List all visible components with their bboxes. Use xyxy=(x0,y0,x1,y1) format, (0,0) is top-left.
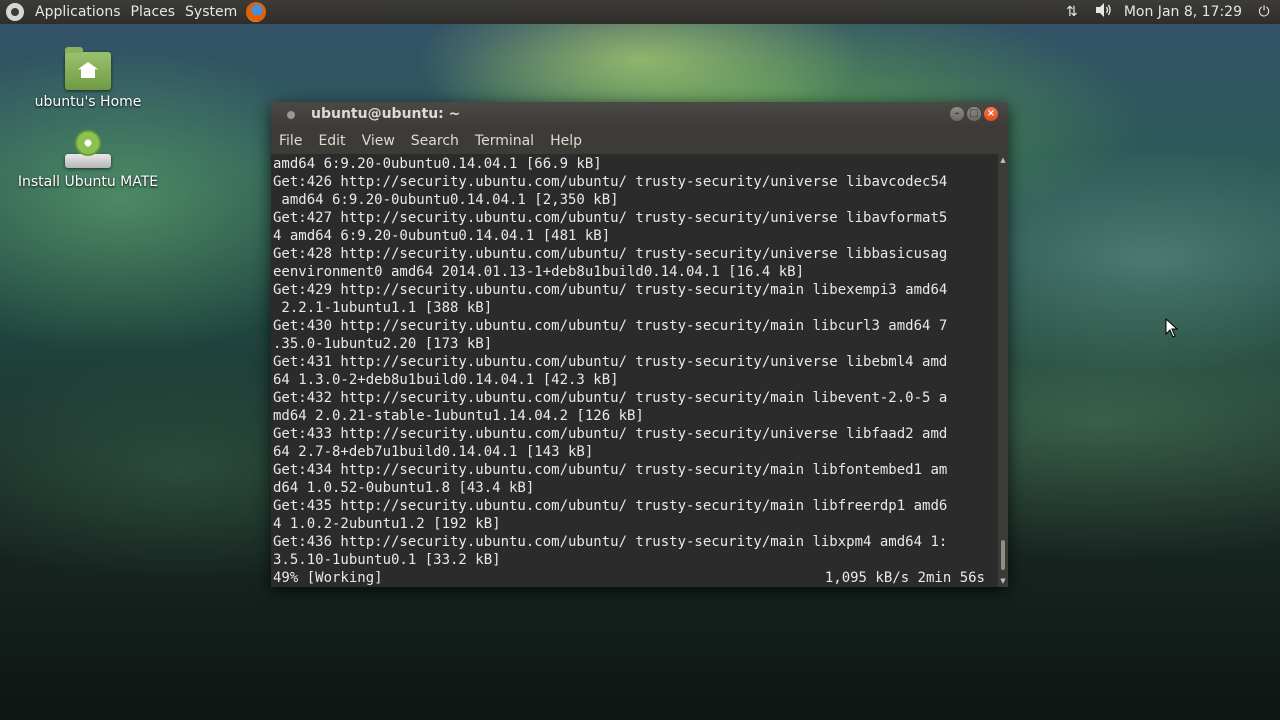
apt-progress-text: 49% [Working] xyxy=(273,570,383,586)
install-disc-icon xyxy=(65,128,111,168)
disc-drive-shape xyxy=(65,154,111,168)
scroll-down-icon[interactable]: ▼ xyxy=(998,577,1008,585)
terminal-menubar: File Edit View Search Terminal Help xyxy=(271,128,1008,154)
window-controls: – □ × xyxy=(947,107,998,121)
terminal-window: ubuntu@ubuntu: ~ – □ × File Edit View Se… xyxy=(271,102,1008,587)
menu-view[interactable]: View xyxy=(354,128,403,154)
terminal-line: Get:431 http://security.ubuntu.com/ubunt… xyxy=(273,354,948,370)
power-icon[interactable]: ⏻ xyxy=(1254,4,1274,20)
terminal-line: Get:427 http://security.ubuntu.com/ubunt… xyxy=(273,210,948,226)
desktop-icon-install[interactable]: Install Ubuntu MATE xyxy=(13,128,163,190)
mate-logo-icon[interactable] xyxy=(6,3,24,21)
terminal-line: Get:436 http://security.ubuntu.com/ubunt… xyxy=(273,534,948,550)
firefox-launcher-icon[interactable] xyxy=(246,2,267,22)
terminal-line: amd64 6:9.20-0ubuntu0.14.04.1 [66.9 kB] xyxy=(273,156,602,172)
terminal-line: Get:433 http://security.ubuntu.com/ubunt… xyxy=(273,426,948,442)
panel-menu: Applications Places System xyxy=(0,0,267,24)
close-button[interactable]: × xyxy=(984,107,998,121)
menu-help[interactable]: Help xyxy=(542,128,590,154)
menu-edit[interactable]: Edit xyxy=(310,128,353,154)
volume-icon-glyph xyxy=(1095,3,1111,17)
top-panel: Applications Places System ⇅ Mon Jan 8, … xyxy=(0,0,1280,24)
apt-status-line: 49% [Working] 1,095 kB/s 2min 56s xyxy=(273,569,985,587)
disc-shape xyxy=(75,130,101,156)
terminal-line: Get:429 http://security.ubuntu.com/ubunt… xyxy=(273,282,948,298)
menu-terminal[interactable]: Terminal xyxy=(467,128,542,154)
terminal-line: md64 2.0.21-stable-1ubuntu1.14.04.2 [126… xyxy=(273,408,644,424)
terminal-line: 4 amd64 6:9.20-0ubuntu0.14.04.1 [481 kB] xyxy=(273,228,611,244)
terminal-line: eenvironment0 amd64 2014.01.13-1+deb8u1b… xyxy=(273,264,805,280)
scrollbar-thumb[interactable] xyxy=(1001,540,1005,570)
terminal-line: Get:426 http://security.ubuntu.com/ubunt… xyxy=(273,174,948,190)
panel-clock[interactable]: Mon Jan 8, 17:29 xyxy=(1124,4,1242,20)
volume-icon[interactable] xyxy=(1094,2,1114,22)
window-title: ubuntu@ubuntu: ~ xyxy=(311,106,461,122)
desktop-icon-label: ubuntu's Home xyxy=(34,94,142,110)
terminal-line: Get:430 http://security.ubuntu.com/ubunt… xyxy=(273,318,948,334)
terminal-line: Get:435 http://security.ubuntu.com/ubunt… xyxy=(273,498,948,514)
window-menu-icon[interactable] xyxy=(287,111,295,119)
panel-tray: ⇅ Mon Jan 8, 17:29 ⏻ xyxy=(1056,0,1280,24)
terminal-line: amd64 6:9.20-0ubuntu0.14.04.1 [2,350 kB] xyxy=(273,192,619,208)
network-transfer-icon[interactable]: ⇅ xyxy=(1062,4,1082,20)
apt-speed-text: 1,095 kB/s 2min 56s xyxy=(824,570,985,586)
terminal-line: 64 2.7-8+deb7u1build0.14.04.1 [143 kB] xyxy=(273,444,594,460)
scroll-up-icon[interactable]: ▲ xyxy=(998,156,1008,164)
menu-file[interactable]: File xyxy=(271,128,310,154)
terminal-line: Get:432 http://security.ubuntu.com/ubunt… xyxy=(273,390,948,406)
house-icon xyxy=(78,62,98,78)
maximize-button[interactable]: □ xyxy=(967,107,981,121)
home-folder-icon xyxy=(65,47,111,90)
terminal-line: 4 1.0.2-2ubuntu1.2 [192 kB] xyxy=(273,516,501,532)
terminal-line: 3.5.10-1ubuntu0.1 [33.2 kB] xyxy=(273,552,501,568)
terminal-line: .35.0-1ubuntu2.20 [173 kB] xyxy=(273,336,493,352)
applications-menu[interactable]: Applications xyxy=(30,0,126,24)
terminal-titlebar[interactable]: ubuntu@ubuntu: ~ – □ × xyxy=(271,102,1008,128)
desktop: Applications Places System ⇅ Mon Jan 8, … xyxy=(0,0,1280,720)
terminal-line: Get:428 http://security.ubuntu.com/ubunt… xyxy=(273,246,948,262)
places-menu[interactable]: Places xyxy=(126,0,181,24)
mouse-pointer-icon xyxy=(1165,318,1179,338)
terminal-line: 64 1.3.0-2+deb8u1build0.14.04.1 [42.3 kB… xyxy=(273,372,619,388)
terminal-line: d64 1.0.52-0ubuntu1.8 [43.4 kB] xyxy=(273,480,535,496)
desktop-icon-label: Install Ubuntu MATE xyxy=(17,174,159,190)
terminal-line: 2.2.1-1ubuntu1.1 [388 kB] xyxy=(273,300,493,316)
minimize-button[interactable]: – xyxy=(950,107,964,121)
terminal-line: Get:434 http://security.ubuntu.com/ubunt… xyxy=(273,462,948,478)
terminal-scrollbar[interactable]: ▲ ▼ xyxy=(998,154,1008,587)
menu-search[interactable]: Search xyxy=(403,128,467,154)
terminal-output[interactable]: amd64 6:9.20-0ubuntu0.14.04.1 [66.9 kB] … xyxy=(271,154,998,587)
system-menu[interactable]: System xyxy=(180,0,242,24)
desktop-icon-home[interactable]: ubuntu's Home xyxy=(13,47,163,110)
